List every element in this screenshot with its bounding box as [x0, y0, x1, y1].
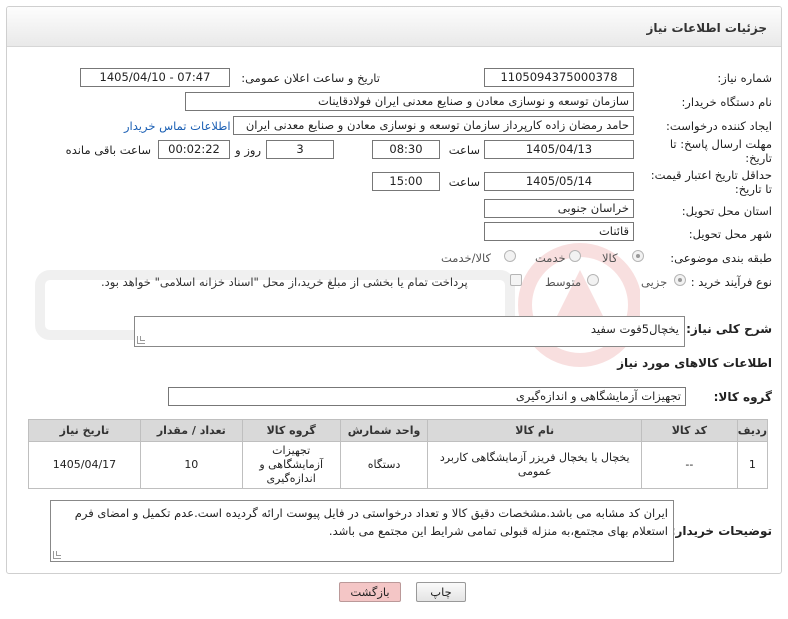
need-number-field: 1105094375000378 [484, 68, 634, 87]
table-row: 1 -- یخچال یا یخچال فریزر آزمایشگاهی کار… [28, 441, 769, 489]
buyer-org-field: سازمان توسعه و نوسازی معادن و صنایع معدن… [185, 92, 634, 111]
category-radio-service[interactable] [569, 250, 581, 262]
time-remaining-label: ساعت باقی مانده [65, 143, 151, 157]
goods-table: ردیف کد کالا نام کالا واحد شمارش گروه کا… [28, 419, 769, 489]
announce-field: 1405/04/10 - 07:47 [80, 68, 230, 87]
summary-label: شرح کلی نیاز: [686, 322, 772, 336]
cell-date: 1405/04/17 [28, 441, 141, 489]
resize-grip-icon[interactable] [53, 551, 61, 559]
cell-unit: دستگاه [339, 441, 429, 489]
process-type-label: نوع فرآیند خرید : [690, 275, 772, 289]
deadline-time-label: ساعت [448, 143, 480, 157]
buyer-notes-text: ایران کد مشابه می باشد.مشخصات دقیق کالا … [74, 506, 668, 538]
buyer-contact-link[interactable]: اطلاعات تماس خریدار [124, 119, 231, 133]
deadline-time-field: 08:30 [372, 140, 440, 159]
col-unit: واحد شمارش [339, 419, 429, 442]
buyer-notes-label: توضیحات خریدار: [670, 524, 772, 538]
col-name: نام کالا [427, 419, 643, 442]
category-option-goods: کالا [602, 251, 618, 265]
back-button[interactable]: بازگشت [339, 582, 401, 602]
process-option-medium: متوسط [545, 275, 582, 289]
category-option-both: کالا/خدمت [441, 251, 492, 265]
col-date: تاریخ نیاز [28, 419, 141, 442]
price-time-label: ساعت [448, 175, 480, 189]
col-qty: تعداد / مقدار [139, 419, 243, 442]
deadline-label-2: تاریخ: [745, 151, 772, 165]
announce-label: تاریخ و ساعت اعلان عمومی: [241, 71, 380, 85]
category-label: طبقه بندی موضوعی: [670, 251, 772, 265]
treasury-payment-note: پرداخت تمام یا بخشی از مبلغ خرید،از محل … [101, 275, 468, 289]
days-remaining-field: 3 [266, 140, 334, 159]
cell-qty: 10 [139, 441, 243, 489]
page-title: جزئیات اطلاعات نیاز [646, 21, 767, 35]
cell-code: -- [641, 441, 738, 489]
cell-row: 1 [736, 441, 769, 489]
col-row: ردیف [736, 419, 769, 442]
province-label: استان محل تحویل: [681, 204, 772, 218]
print-button[interactable]: چاپ [416, 582, 466, 602]
creator-label: ایجاد کننده درخواست: [666, 119, 772, 133]
price-time-field: 15:00 [372, 172, 440, 191]
deadline-date-field: 1405/04/13 [484, 140, 634, 159]
col-code: کد کالا [641, 419, 738, 442]
deadline-label: مهلت ارسال پاسخ: تا [669, 137, 772, 151]
province-field: خراسان جنوبی [484, 199, 634, 218]
city-field: قائنات [484, 222, 634, 241]
summary-field[interactable]: یخچال5فوت سفید [134, 316, 685, 347]
panel-header: جزئیات اطلاعات نیاز [7, 7, 781, 47]
price-date-field: 1405/05/14 [484, 172, 634, 191]
goods-group-label: گروه کالا: [713, 390, 772, 404]
creator-field: حامد رمضان زاده کارپرداز سازمان توسعه و … [233, 116, 634, 135]
table-header-row: ردیف کد کالا نام کالا واحد شمارش گروه کا… [28, 419, 769, 442]
price-validity-label-2: تا تاریخ: [734, 182, 772, 196]
category-radio-both[interactable] [504, 250, 516, 262]
cell-name: یخچال یا یخچال فریزر آزمایشگاهی کاربرد ع… [427, 441, 643, 489]
need-number-label: شماره نیاز: [717, 71, 772, 85]
goods-section-title: اطلاعات کالاهای مورد نیاز [617, 356, 772, 370]
resize-grip-icon[interactable] [137, 336, 145, 344]
process-radio-minor[interactable] [674, 274, 686, 286]
buyer-notes-field[interactable]: ایران کد مشابه می باشد.مشخصات دقیق کالا … [50, 500, 674, 562]
process-option-minor: جزیی [641, 275, 668, 289]
summary-text: یخچال5فوت سفید [590, 322, 679, 336]
cell-group: تجهیزات آزمایشگاهی و اندازه‌گیری [241, 441, 341, 489]
goods-group-field: تجهیزات آزمایشگاهی و اندازه‌گیری [168, 387, 686, 406]
buyer-org-label: نام دستگاه خریدار: [681, 95, 772, 109]
process-radio-medium[interactable] [587, 274, 599, 286]
price-validity-label: حداقل تاریخ اعتبار قیمت: [650, 168, 772, 182]
time-remaining-field: 00:02:22 [158, 140, 230, 159]
days-label: روز و [235, 143, 261, 157]
col-group: گروه کالا [241, 419, 341, 442]
treasury-payment-checkbox[interactable] [510, 274, 522, 286]
category-option-service: خدمت [535, 251, 566, 265]
city-label: شهر محل تحویل: [688, 227, 772, 241]
category-radio-goods[interactable] [632, 250, 644, 262]
